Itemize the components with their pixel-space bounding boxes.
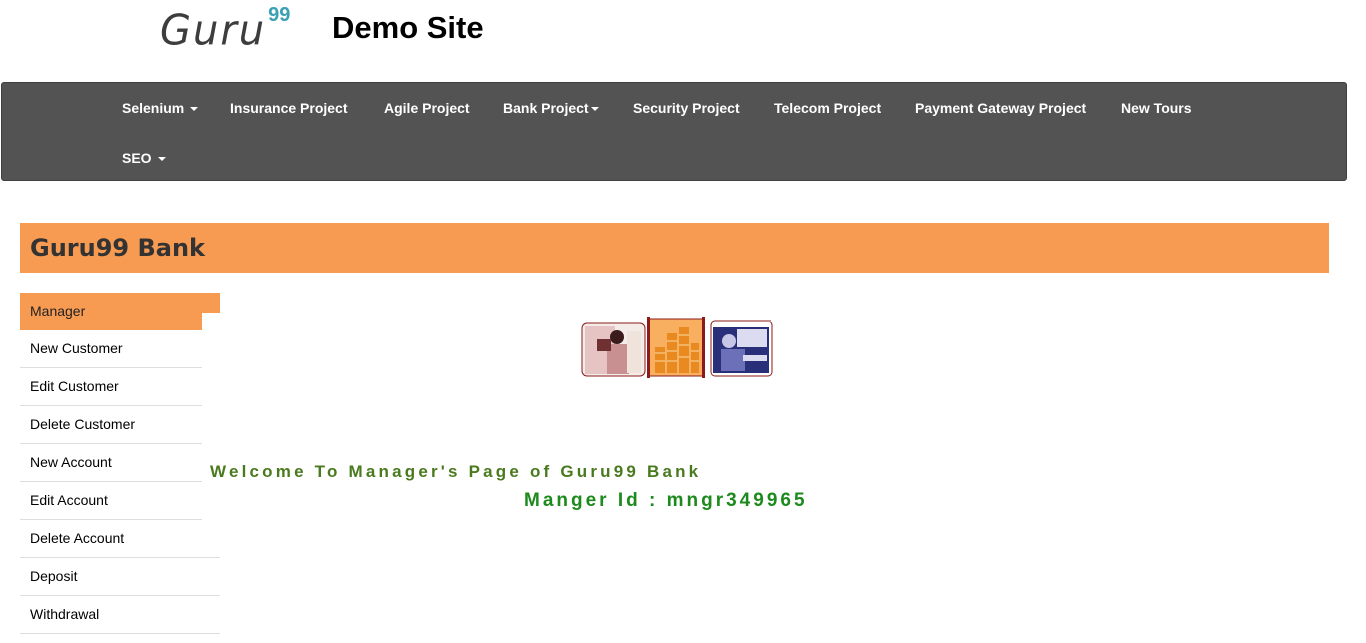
menu-item-label: Deposit [30,568,78,584]
menu-item-label: Edit Customer [30,378,119,394]
menu-item-new-customer[interactable]: New Customer [20,330,202,368]
nav-seo-dropdown[interactable]: SEO [122,148,166,168]
menu-item-edit-account[interactable]: Edit Account [20,482,202,520]
site-title: Demo Site [332,10,484,45]
nav-selenium-dropdown[interactable]: Selenium [122,98,199,118]
menu-item-edit-customer[interactable]: Edit Customer [20,368,202,406]
nav-agile-project[interactable]: Agile Project [384,98,470,118]
menu-item-delete-account[interactable]: Delete Account [20,520,220,558]
manager-id-text: Manger Id : mngr349965 [524,490,808,511]
photo-man-phone [581,322,646,377]
nav-new-tours[interactable]: New Tours [1121,98,1192,118]
menu-item-withdrawal[interactable]: Withdrawal [20,596,220,634]
logo-superscript: 99 [268,4,291,26]
caret-down-icon [590,107,599,112]
top-navbar: Selenium Insurance Project Agile Project… [1,82,1347,181]
menu-item-new-account[interactable]: New Account [20,444,202,482]
photo-woman-desk [710,317,773,377]
welcome-message: Welcome To Manager's Page of Guru99 Bank [210,462,702,481]
menu-item-deposit[interactable]: Deposit [20,558,220,596]
menu-item-label: Delete Account [30,530,125,546]
menu-item-label: Withdrawal [30,606,100,622]
nav-bank-project-dropdown[interactable]: Bank Project [503,98,599,118]
bank-header-bar: Guru99 Bank [20,223,1329,273]
menu-item-label: New Customer [30,340,123,356]
nav-insurance-project[interactable]: Insurance Project [230,98,348,118]
menu-item-delete-customer[interactable]: Delete Customer [20,406,202,444]
menu-item-label: New Account [30,454,112,470]
bank-banner-image [581,317,773,378]
menu-item-label: Manager [30,303,86,319]
nav-payment-gateway-project[interactable]: Payment Gateway Project [915,98,1086,118]
nav-security-project[interactable]: Security Project [633,98,740,118]
caret-down-icon [157,157,166,162]
nav-telecom-project[interactable]: Telecom Project [774,98,881,118]
photo-coin-stacks [647,317,705,378]
nav-seo-label: SEO [122,150,152,166]
logo-word: Guru [160,6,267,56]
menu-item-manager[interactable]: Manager [20,293,220,330]
bank-title: Guru99 Bank [30,234,205,262]
guru99-logo[interactable]: Guru 99 [160,2,290,58]
menu-item-label: Edit Account [30,492,108,508]
caret-down-icon [190,107,199,112]
nav-bank-project-label: Bank Project [503,100,589,116]
menu-item-label: Delete Customer [30,416,136,432]
nav-selenium-label: Selenium [122,100,185,116]
